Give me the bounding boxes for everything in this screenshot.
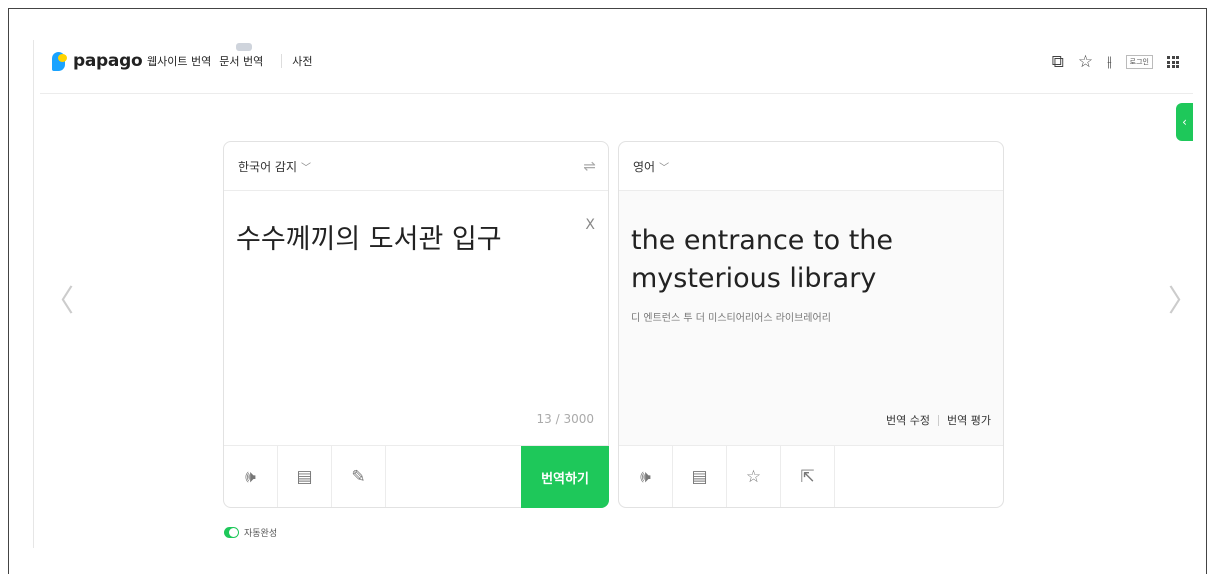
chevron-down-icon: ﹀ [301, 162, 312, 174]
swap-icon[interactable]: ⇌ [583, 157, 596, 175]
target-panel: 영어 ﹀ the entrance to the mysterious libra… [618, 141, 1004, 508]
target-toolbar: 🕪 ▤ ☆ ⇱ [619, 445, 1003, 507]
beta-badge [236, 43, 253, 51]
translation-actions: 번역 수정 번역 평가 [886, 412, 991, 428]
bookmark-icon[interactable]: ☆ [1078, 52, 1093, 72]
header-tools: ⧉ ☆ ⫲ 로그인 [1038, 52, 1179, 72]
divider [938, 414, 940, 426]
settings-icon[interactable]: ⫲ [1107, 54, 1112, 70]
handwriting-icon[interactable]: ✎ [332, 446, 386, 507]
autocomplete-toggle[interactable]: 자동완성 [224, 526, 277, 539]
login-button[interactable]: 로그인 [1125, 55, 1153, 69]
parrot-icon [52, 51, 68, 71]
divider [33, 40, 34, 548]
close-icon[interactable]: X [585, 217, 595, 233]
logo-text: papago [73, 51, 143, 71]
papago-logo[interactable]: papago [52, 51, 143, 71]
nav-website-translate[interactable]: 웹사이트 번역 [147, 53, 211, 69]
nav-document-label: 문서 번역 [219, 55, 264, 68]
header: papago 웹사이트 번역 문서 번역 사전 ⧉ ☆ ⫲ 로그인 [40, 42, 1193, 94]
target-language-bar: 영어 ﹀ [619, 142, 1003, 191]
speaker-icon[interactable]: 🕪 [224, 446, 278, 507]
source-text-input[interactable]: 수수께끼의 도서관 입구 [236, 217, 502, 256]
target-language-label: 영어 [633, 159, 656, 174]
prev-arrow-icon[interactable]: 〈 [44, 276, 74, 320]
main-nav: 웹사이트 번역 문서 번역 사전 [147, 43, 320, 69]
source-language-select[interactable]: 한국어 감지 ﹀ [238, 158, 311, 175]
edit-translation-link[interactable]: 번역 수정 [886, 412, 930, 428]
toggle-switch[interactable] [224, 527, 239, 538]
grid-icon[interactable] [1167, 56, 1179, 68]
translated-text: the entrance to the mysterious library [631, 225, 893, 294]
share-icon[interactable]: ⇱ [781, 446, 835, 507]
chevron-left-icon: ‹ [1182, 115, 1187, 129]
document-icon[interactable]: ▤ [278, 446, 332, 507]
pronunciation-text: 디 엔트런스 투 더 미스티어리어스 라이브레어리 [631, 313, 831, 324]
external-icon[interactable]: ⧉ [1052, 52, 1064, 72]
nav-dictionary[interactable]: 사전 [292, 53, 312, 69]
nav-document-translate[interactable]: 문서 번역 [219, 43, 271, 69]
autocomplete-label: 자동완성 [244, 529, 278, 539]
target-language-select[interactable]: 영어 ﹀ [633, 158, 669, 175]
next-arrow-icon[interactable]: 〉 [1168, 276, 1198, 320]
rate-translation-link[interactable]: 번역 평가 [947, 412, 991, 428]
source-language-bar: 한국어 감지 ﹀ ⇌ [224, 142, 608, 191]
source-panel: 한국어 감지 ﹀ ⇌ 수수께끼의 도서관 입구 X 13 / 3000 🕪 ▤ ✎… [223, 141, 609, 508]
nav-separator [281, 54, 283, 68]
translate-button[interactable]: 번역하기 [521, 446, 609, 508]
side-panel-toggle[interactable]: ‹ [1176, 103, 1193, 141]
star-icon[interactable]: ☆ [727, 446, 781, 507]
char-counter: 13 / 3000 [536, 412, 594, 426]
document-icon[interactable]: ▤ [673, 446, 727, 507]
speaker-icon[interactable]: 🕪 [619, 446, 673, 507]
source-language-label: 한국어 감지 [238, 159, 298, 174]
chevron-down-icon: ﹀ [659, 162, 670, 174]
